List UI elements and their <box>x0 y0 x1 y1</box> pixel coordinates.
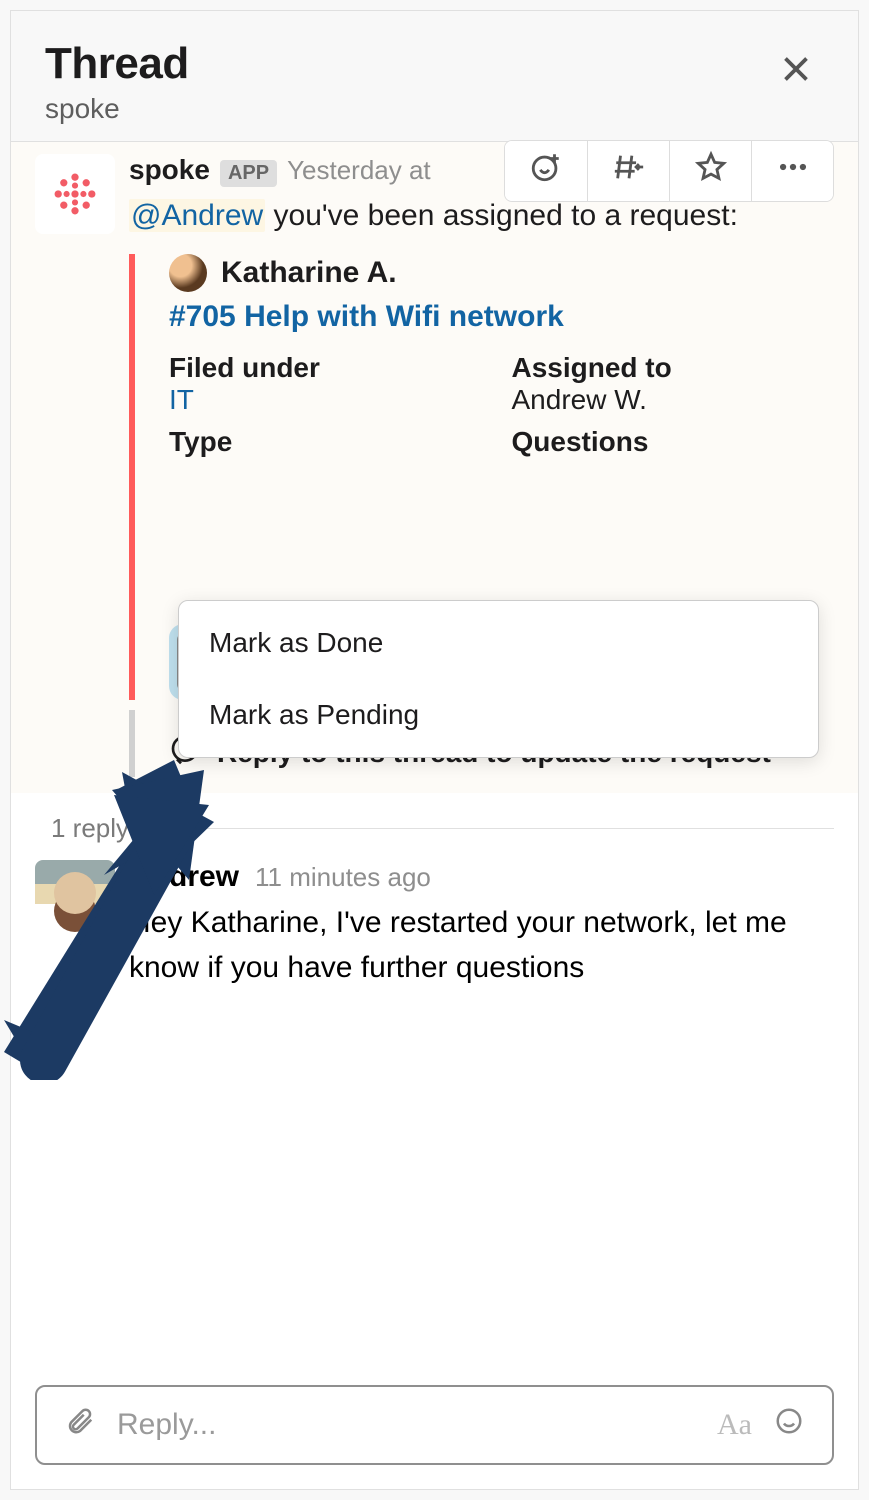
filed-under-value[interactable]: IT <box>169 384 492 416</box>
reply-timestamp: 11 minutes ago <box>255 862 431 893</box>
message-action-strip <box>504 140 834 202</box>
assigned-to-value: Andrew W. <box>512 384 835 416</box>
app-badge: APP <box>220 160 277 187</box>
reply-user-avatar <box>35 860 115 940</box>
smile-icon <box>774 1407 804 1443</box>
replies-divider: 1 reply <box>11 793 858 854</box>
close-icon <box>778 49 814 96</box>
more-actions-button[interactable] <box>751 141 833 201</box>
assigned-to-label: Assigned to <box>512 352 835 384</box>
close-button[interactable] <box>768 45 824 100</box>
mention-link[interactable]: @Andrew <box>129 199 265 232</box>
type-label: Type <box>169 426 492 458</box>
star-icon <box>694 150 728 192</box>
ellipsis-icon <box>776 150 810 192</box>
dropdown-item-pending[interactable]: Mark as Pending <box>179 679 818 751</box>
message-timestamp: Yesterday at <box>287 155 431 186</box>
paperclip-icon <box>65 1407 95 1443</box>
requester-avatar <box>169 254 207 292</box>
reply-input[interactable] <box>103 1408 717 1442</box>
filed-under-label: Filed under <box>169 352 492 384</box>
add-reaction-button[interactable] <box>505 141 587 201</box>
requester-name: Katharine A. <box>221 256 397 290</box>
reply-user-name: Andrew <box>129 860 239 894</box>
questions-label: Questions <box>512 426 835 458</box>
thread-header: Thread spoke <box>11 11 858 142</box>
share-channel-button[interactable] <box>587 141 669 201</box>
replies-count: 1 reply <box>51 813 129 844</box>
divider-line <box>145 828 834 829</box>
thread-title: Thread <box>45 39 189 89</box>
attach-button[interactable] <box>57 1406 103 1444</box>
hash-arrow-icon <box>612 150 646 192</box>
format-button[interactable]: Aa <box>717 1408 752 1442</box>
dropdown-item-done[interactable]: Mark as Done <box>179 607 818 679</box>
spoke-app-avatar <box>35 154 115 234</box>
status-dropdown-menu: Mark as Done Mark as Pending <box>178 600 819 758</box>
sender-name: spoke <box>129 154 210 186</box>
ticket-link[interactable]: #705 Help with Wifi network <box>169 300 834 334</box>
reply-message: Andrew 11 minutes ago Hey Katharine, I'v… <box>11 854 858 1010</box>
emoji-button[interactable] <box>766 1406 812 1444</box>
star-button[interactable] <box>669 141 751 201</box>
thread-subtitle: spoke <box>45 93 189 125</box>
smile-plus-icon <box>529 150 563 192</box>
reply-text: Hey Katharine, I've restarted your netwo… <box>129 900 834 990</box>
reply-composer[interactable]: Aa <box>35 1385 834 1465</box>
